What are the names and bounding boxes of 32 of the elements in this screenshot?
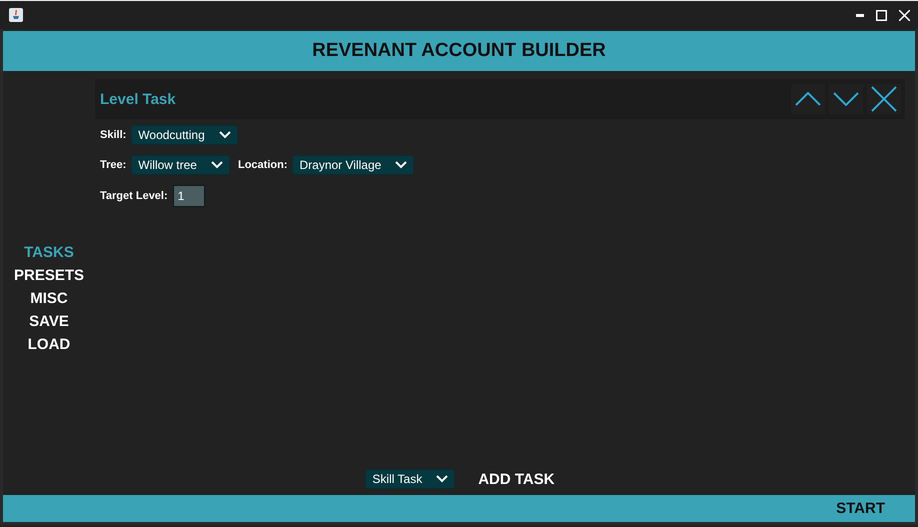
chevron-down-icon xyxy=(833,92,859,106)
sidebar-item[interactable]: LOAD xyxy=(28,336,70,352)
start-button[interactable]: START xyxy=(836,500,885,517)
dropdown[interactable]: Woodcutting xyxy=(131,125,238,145)
app-icon xyxy=(8,7,24,23)
minimize-icon[interactable] xyxy=(856,14,864,16)
sidebar-item[interactable]: SAVE xyxy=(29,312,69,330)
sidebar-item[interactable]: TASKS xyxy=(24,244,74,260)
maximize-icon[interactable] xyxy=(876,10,887,20)
sidebar-item[interactable]: PRESETS xyxy=(14,266,84,284)
field-label: Skill: xyxy=(100,129,126,141)
field-label: Tree: xyxy=(100,159,126,171)
chevron-down-icon xyxy=(395,161,408,169)
close-icon xyxy=(871,86,897,112)
field-label: Target Level: xyxy=(100,190,168,202)
remove-button[interactable] xyxy=(867,84,901,114)
task-title: Level Task xyxy=(100,90,176,108)
sidebar-item[interactable]: MISC xyxy=(30,290,68,306)
chevron-up-icon xyxy=(795,92,821,106)
dropdown[interactable]: Skill Task xyxy=(365,469,456,489)
dropdown[interactable]: Willow tree xyxy=(131,155,230,175)
chevron-down-icon xyxy=(210,161,223,169)
dropdown[interactable]: Draynor Village xyxy=(292,155,414,175)
move-up-button[interactable] xyxy=(791,84,825,114)
chevron-down-icon xyxy=(218,131,231,139)
move-down-button[interactable] xyxy=(829,84,863,114)
close-icon[interactable] xyxy=(899,10,910,20)
input-field[interactable]: 1 xyxy=(172,185,205,207)
chevron-down-icon xyxy=(436,475,448,483)
app-title: REVENANT ACCOUNT BUILDER xyxy=(312,40,606,62)
field-label: Location: xyxy=(238,159,288,171)
add-task-button[interactable]: ADD TASK xyxy=(478,470,555,488)
